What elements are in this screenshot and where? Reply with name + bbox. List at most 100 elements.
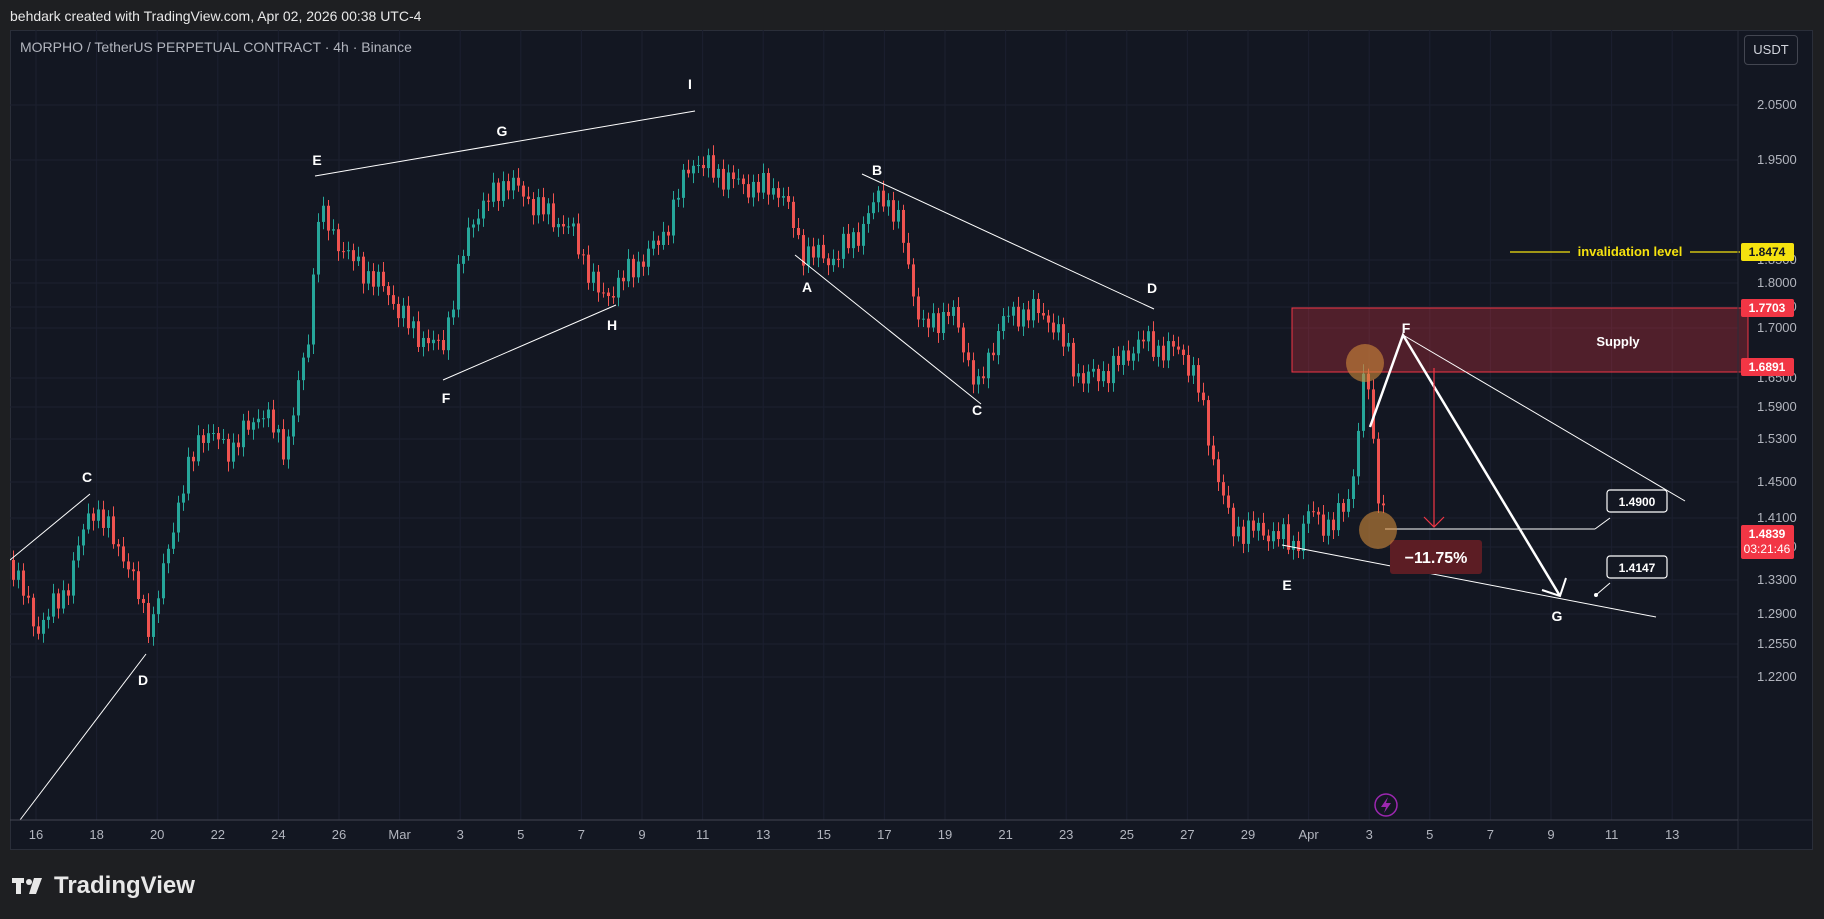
candle-body (1102, 371, 1105, 382)
candle-body (1227, 495, 1230, 508)
candle-body (27, 595, 30, 598)
candle-body (1007, 315, 1010, 317)
candle-body (362, 256, 365, 284)
y-tick-label: 1.2200 (1757, 669, 1797, 684)
candle-body (1182, 349, 1185, 356)
currency-button[interactable]: USDT (1744, 35, 1798, 65)
candle-body (387, 286, 390, 296)
candle-body (1107, 371, 1110, 384)
candle-body (197, 435, 200, 462)
candle-body (157, 598, 160, 615)
candle-body (112, 516, 115, 545)
candle-body (122, 546, 125, 562)
candle-body (787, 196, 790, 202)
x-tick-label: 25 (1120, 827, 1134, 842)
candle-body (117, 544, 120, 547)
wave-label-e1: E (312, 152, 321, 168)
candle-body (927, 318, 930, 328)
candle-body (1177, 346, 1180, 350)
candle-body (212, 433, 215, 435)
candle-body (672, 199, 675, 236)
candle-body (22, 570, 25, 596)
x-tick-label: 9 (1547, 827, 1554, 842)
candle-body (1092, 368, 1095, 372)
candle-body (842, 233, 845, 259)
candle-body (537, 197, 540, 216)
candle-body (1377, 438, 1380, 504)
candle-body (487, 200, 490, 202)
candle-body (957, 307, 960, 328)
wave-label-f2: F (1402, 320, 1411, 336)
candle-body (597, 271, 600, 293)
wave-label-h1: H (607, 317, 617, 333)
candle-body (52, 593, 55, 617)
candle-body (1122, 350, 1125, 365)
candle-body (162, 563, 165, 599)
wave-label-f1: F (442, 390, 451, 406)
candle-body (732, 172, 735, 180)
candle-body (1187, 355, 1190, 376)
candle-body (712, 155, 715, 178)
candle-body (1247, 520, 1250, 544)
x-tick-label: 20 (150, 827, 164, 842)
candle-body (762, 172, 765, 193)
candle-body (372, 271, 375, 287)
candle-body (1252, 520, 1255, 531)
candle-body (192, 456, 195, 462)
price-label-supply-bottom: 1.6891 (1749, 360, 1786, 374)
candle-body (102, 509, 105, 528)
candle-body (42, 619, 45, 634)
candle-body (1172, 341, 1175, 347)
candle-body (1152, 331, 1155, 357)
candle-body (1132, 353, 1135, 361)
candle-body (952, 307, 955, 316)
candle-body (347, 250, 350, 252)
candle-body (217, 433, 220, 440)
candle-body (717, 168, 720, 178)
candle-body (462, 255, 465, 264)
candle-body (187, 456, 190, 494)
candle-body (1037, 298, 1040, 314)
x-tick-label: 22 (211, 827, 225, 842)
x-tick-label: 3 (1366, 827, 1373, 842)
candle-body (82, 529, 85, 546)
candle-body (622, 277, 625, 282)
candle-body (917, 296, 920, 320)
candle-body (1002, 316, 1005, 332)
candle-body (747, 184, 750, 198)
candle-body (1347, 498, 1350, 512)
candle-body (1272, 531, 1275, 542)
highlight-top (1346, 344, 1384, 382)
x-tick-label: 5 (517, 827, 524, 842)
candle-body (992, 352, 995, 356)
candle-body (1322, 514, 1325, 536)
price-chart[interactable]: Supply invalidation level −11.75% 1.4900… (10, 30, 1813, 850)
candle-body (602, 292, 605, 294)
x-tick-label: 13 (1665, 827, 1679, 842)
candle-body (757, 181, 760, 193)
candle-body (77, 545, 80, 561)
chart-credit: behdark created with TradingView.com, Ap… (10, 8, 422, 24)
candle-body (307, 344, 310, 358)
candle-body (1217, 459, 1220, 483)
wave-label-g1: G (497, 123, 508, 139)
candle-body (677, 197, 680, 200)
candle-body (367, 271, 370, 284)
x-tick-label: 9 (638, 827, 645, 842)
tradingview-logo[interactable]: TradingView (12, 872, 195, 900)
candle-body (662, 231, 665, 245)
candle-body (1317, 511, 1320, 515)
candle-body (1017, 306, 1020, 327)
wave-label-i1: I (688, 76, 692, 92)
target-label-2: 1.4147 (1619, 561, 1656, 575)
candle-body (697, 164, 700, 166)
candle-body (262, 418, 265, 420)
candle-body (12, 560, 15, 580)
candle-body (722, 168, 725, 190)
candle-body (1027, 309, 1030, 321)
candle-body (542, 197, 545, 215)
candle-body (202, 435, 205, 443)
candle-body (57, 593, 60, 609)
candle-body (172, 532, 175, 549)
lightning-icon[interactable] (1374, 793, 1398, 817)
